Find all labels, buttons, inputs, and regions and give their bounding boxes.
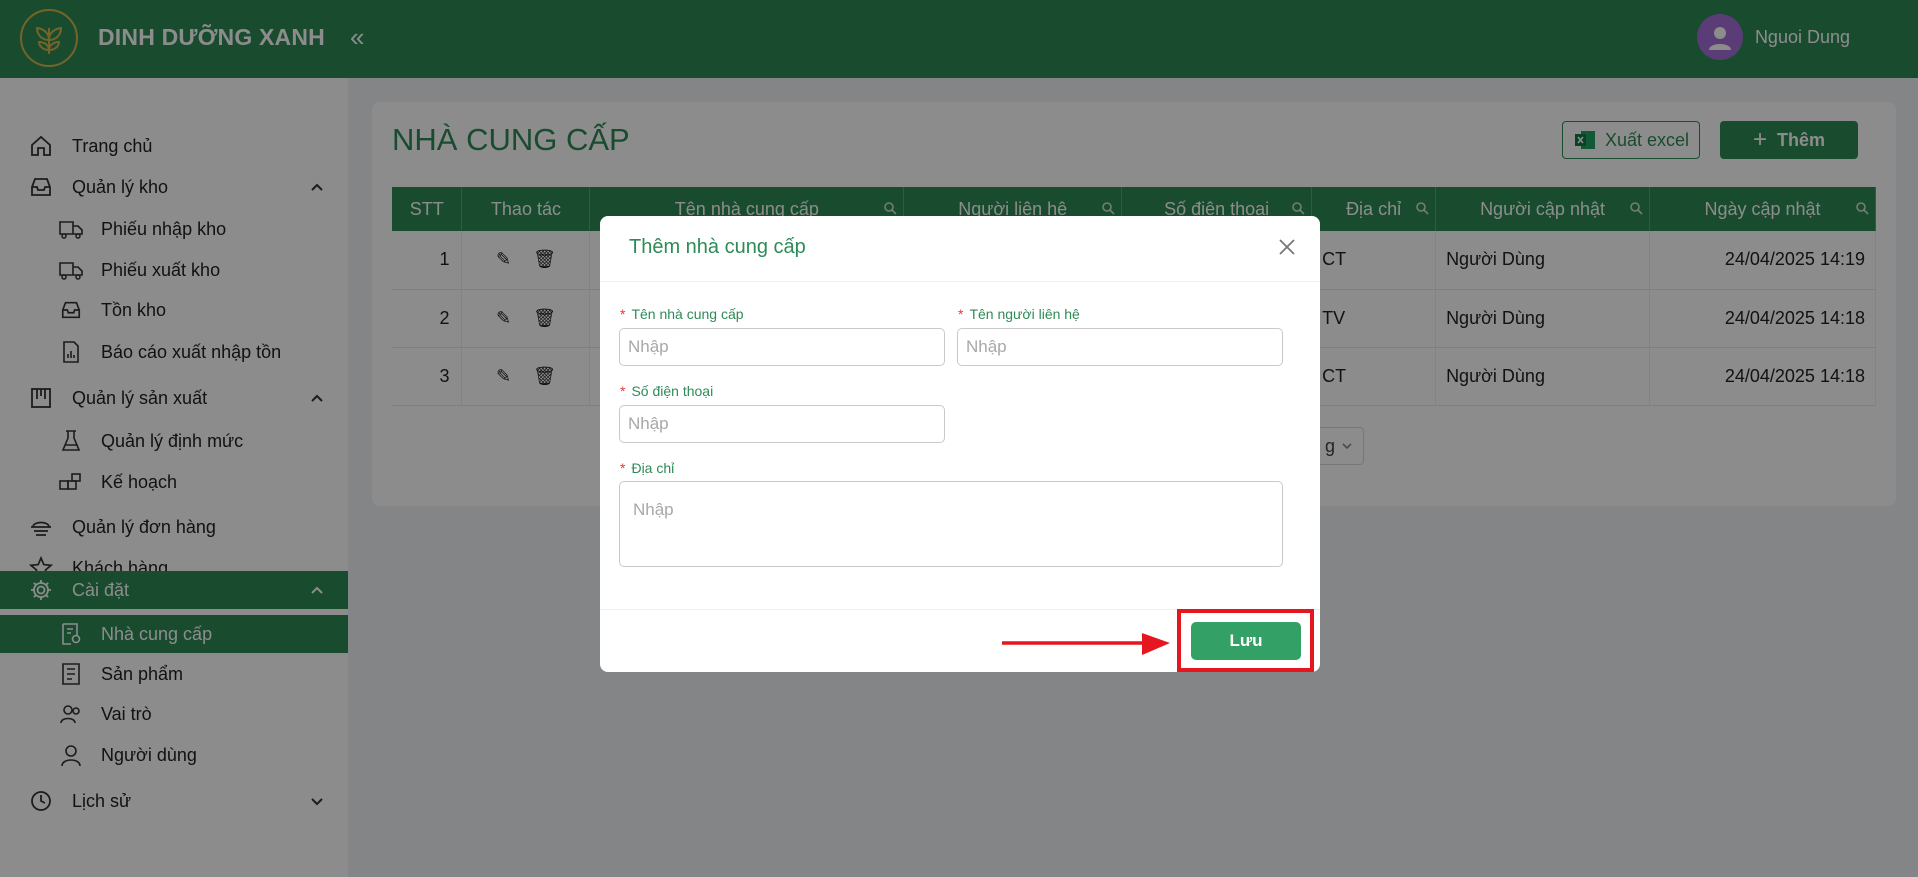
supplier-name-input[interactable] bbox=[619, 328, 945, 366]
close-icon[interactable] bbox=[1276, 236, 1298, 258]
highlight-box bbox=[1177, 609, 1314, 672]
modal-title: Thêm nhà cung cấp bbox=[629, 236, 806, 258]
annotation-arrow-icon bbox=[1002, 633, 1170, 655]
modal-header-divider bbox=[600, 281, 1320, 282]
phone-label: * Số điện thoại bbox=[620, 383, 714, 399]
add-supplier-modal: Thêm nhà cung cấp *Tên nhà cung cấp *Tên… bbox=[600, 216, 1320, 672]
supplier-name-label: * Tên nhà cung cấp bbox=[620, 306, 744, 322]
address-label: * Địa chỉ bbox=[620, 460, 675, 476]
contact-name-label: * Tên người liên hệ bbox=[958, 306, 1080, 322]
contact-name-input[interactable] bbox=[957, 328, 1283, 366]
address-textarea[interactable] bbox=[619, 481, 1283, 567]
phone-input[interactable] bbox=[619, 405, 945, 443]
